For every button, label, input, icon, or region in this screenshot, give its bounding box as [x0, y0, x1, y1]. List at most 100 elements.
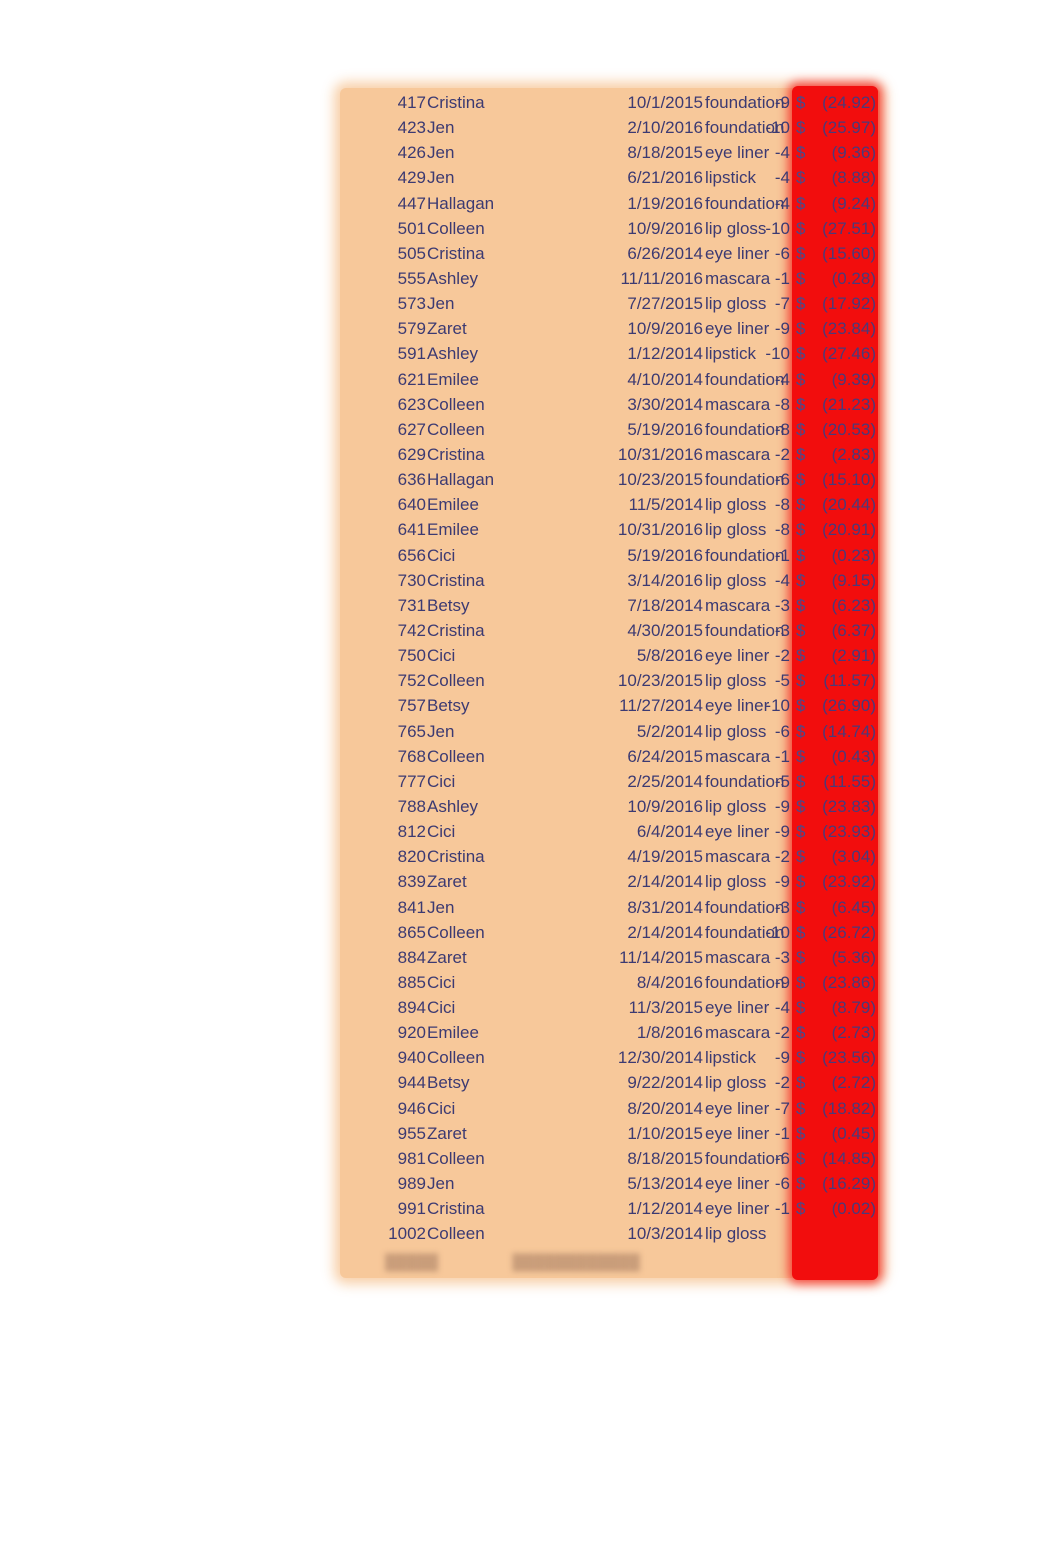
cell-amount[interactable]: (27.46) [822, 341, 876, 366]
cell-name[interactable]: Cici [427, 995, 455, 1020]
cell-date[interactable]: 10/23/2015 [618, 668, 703, 693]
cell-id[interactable]: 884 [398, 945, 426, 970]
cell-date[interactable]: 12/30/2014 [618, 1045, 703, 1070]
cell-quantity[interactable]: -4 [775, 568, 790, 593]
cell-id[interactable]: 447 [398, 191, 426, 216]
cell-id[interactable]: 555 [398, 266, 426, 291]
cell-date[interactable]: 5/2/2014 [637, 719, 703, 744]
cell-amount[interactable]: (0.28) [832, 266, 876, 291]
cell-currency[interactable]: $ [796, 165, 805, 190]
cell-name[interactable]: Emilee [427, 517, 479, 542]
cell-date[interactable]: 5/19/2016 [627, 417, 703, 442]
cell-amount[interactable]: (17.92) [822, 291, 876, 316]
cell-product[interactable]: lipstick [705, 341, 756, 366]
cell-product[interactable]: foundation [705, 467, 784, 492]
cell-amount[interactable]: (9.36) [832, 140, 876, 165]
cell-name[interactable]: Cici [427, 1096, 455, 1121]
cell-date[interactable]: 8/31/2014 [627, 895, 703, 920]
cell-id[interactable]: 839 [398, 869, 426, 894]
cell-date[interactable]: 7/18/2014 [627, 593, 703, 618]
cell-amount[interactable]: (0.23) [832, 543, 876, 568]
cell-date[interactable]: 2/25/2014 [627, 769, 703, 794]
cell-quantity[interactable]: -5 [775, 769, 790, 794]
cell-quantity[interactable]: -9 [775, 970, 790, 995]
cell-amount[interactable]: (14.74) [822, 719, 876, 744]
cell-id[interactable]: 820 [398, 844, 426, 869]
cell-id[interactable]: 656 [398, 543, 426, 568]
cell-id[interactable]: 750 [398, 643, 426, 668]
cell-amount[interactable]: (23.86) [822, 970, 876, 995]
cell-id[interactable]: 920 [398, 1020, 426, 1045]
cell-id[interactable]: 757 [398, 693, 426, 718]
cell-quantity[interactable]: -4 [775, 165, 790, 190]
cell-date[interactable]: 11/3/2015 [629, 995, 703, 1020]
cell-quantity[interactable]: -2 [775, 1070, 790, 1095]
cell-amount[interactable]: (6.23) [832, 593, 876, 618]
cell-date[interactable]: 10/9/2016 [627, 794, 703, 819]
cell-product[interactable]: foundation [705, 543, 784, 568]
cell-quantity[interactable]: -6 [775, 241, 790, 266]
cell-product[interactable]: foundation [705, 90, 784, 115]
cell-quantity[interactable]: -10 [765, 920, 790, 945]
cell-amount[interactable]: (8.88) [832, 165, 876, 190]
cell-currency[interactable]: $ [796, 492, 805, 517]
cell-date[interactable]: 10/31/2016 [618, 517, 703, 542]
cell-date[interactable]: 5/19/2016 [627, 543, 703, 568]
cell-amount[interactable]: (23.92) [822, 869, 876, 894]
cell-product[interactable]: mascara [705, 266, 770, 291]
cell-amount[interactable]: (16.29) [822, 1171, 876, 1196]
cell-id[interactable]: 768 [398, 744, 426, 769]
cell-amount[interactable]: (9.15) [832, 568, 876, 593]
cell-name[interactable]: Jen [427, 115, 454, 140]
cell-name[interactable]: Cici [427, 643, 455, 668]
cell-currency[interactable]: $ [796, 920, 805, 945]
cell-product[interactable]: lip gloss [705, 794, 766, 819]
cell-amount[interactable]: (6.45) [832, 895, 876, 920]
cell-name[interactable]: Cici [427, 543, 455, 568]
cell-currency[interactable]: $ [796, 945, 805, 970]
cell-currency[interactable]: $ [796, 442, 805, 467]
cell-currency[interactable]: $ [796, 995, 805, 1020]
cell-currency[interactable]: $ [796, 794, 805, 819]
cell-currency[interactable]: $ [796, 467, 805, 492]
cell-id[interactable]: 426 [398, 140, 426, 165]
cell-currency[interactable]: $ [796, 895, 805, 920]
cell-name[interactable]: Betsy [427, 693, 470, 718]
cell-name[interactable]: Colleen [427, 744, 485, 769]
cell-quantity[interactable]: -4 [775, 995, 790, 1020]
cell-name[interactable]: Emilee [427, 1020, 479, 1045]
cell-date[interactable]: 10/1/2015 [627, 90, 703, 115]
cell-date[interactable]: 5/13/2014 [627, 1171, 703, 1196]
cell-currency[interactable]: $ [796, 693, 805, 718]
cell-name[interactable]: Jen [427, 140, 454, 165]
cell-product[interactable]: lip gloss [705, 1221, 766, 1246]
cell-name[interactable]: Colleen [427, 668, 485, 693]
cell-quantity[interactable]: -1 [775, 1121, 790, 1146]
cell-product[interactable]: lip gloss [705, 869, 766, 894]
cell-quantity[interactable]: -3 [775, 945, 790, 970]
cell-name[interactable]: Cristina [427, 844, 485, 869]
cell-amount[interactable]: (6.37) [832, 618, 876, 643]
cell-quantity[interactable]: -4 [775, 191, 790, 216]
cell-currency[interactable]: $ [796, 744, 805, 769]
cell-currency[interactable]: $ [796, 543, 805, 568]
cell-date[interactable]: 1/12/2014 [627, 1196, 703, 1221]
cell-name[interactable]: Cici [427, 970, 455, 995]
cell-name[interactable]: Jen [427, 165, 454, 190]
cell-currency[interactable]: $ [796, 618, 805, 643]
cell-product[interactable]: eye liner [705, 1171, 769, 1196]
cell-quantity[interactable]: -10 [765, 216, 790, 241]
cell-currency[interactable]: $ [796, 668, 805, 693]
cell-date[interactable]: 10/9/2016 [627, 316, 703, 341]
cell-date[interactable]: 2/14/2014 [627, 869, 703, 894]
cell-currency[interactable]: $ [796, 819, 805, 844]
cell-date[interactable]: 2/14/2014 [627, 920, 703, 945]
cell-name[interactable]: Zaret [427, 945, 467, 970]
cell-amount[interactable]: (2.72) [832, 1070, 876, 1095]
cell-date[interactable]: 6/4/2014 [637, 819, 703, 844]
cell-amount[interactable]: (24.92) [822, 90, 876, 115]
cell-currency[interactable]: $ [796, 90, 805, 115]
cell-currency[interactable]: $ [796, 1196, 805, 1221]
cell-quantity[interactable]: -9 [775, 819, 790, 844]
cell-currency[interactable]: $ [796, 216, 805, 241]
